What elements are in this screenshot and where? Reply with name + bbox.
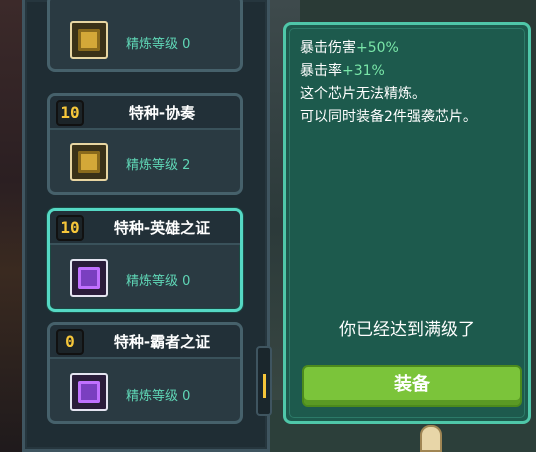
chip-card-header: 0 特种-霸者之证 (50, 325, 240, 359)
level-badge: 0 (56, 329, 84, 355)
max-level-message: 你已经达到满级了 (339, 320, 475, 340)
no-refine-note: 这个芯片无法精炼。 (300, 86, 426, 102)
crit-damage-label: 暴击伤害 (300, 40, 356, 56)
chip-card[interactable]: 10 特种-协奏 精炼等级 2 (47, 93, 243, 195)
crit-damage-value: +50% (356, 40, 399, 56)
chip-name: 特种-协奏 (128, 104, 196, 122)
chip-card-header: 10 特种-协奏 (50, 96, 240, 130)
chip-detail-panel: 暴击伤害+50% 暴击率+31% 这个芯片无法精炼。 可以同时装备2件强袭芯片。… (283, 22, 531, 424)
scrollbar-thumb[interactable] (263, 374, 266, 398)
equip-button[interactable]: 装备 (302, 365, 522, 407)
refine-level: 精炼等级 0 (126, 37, 191, 52)
level-badge: 10 (56, 100, 84, 126)
crit-rate-stat: 暴击率+31% (300, 60, 522, 83)
level-badge: 10 (56, 215, 84, 241)
refine-level: 精炼等级 2 (126, 158, 191, 173)
gold-chip-icon (70, 143, 108, 181)
crit-rate-label: 暴击率 (300, 63, 342, 79)
refine-level: 精炼等级 0 (126, 389, 191, 404)
equip-limit-note: 可以同时装备2件强袭芯片。 (300, 109, 477, 125)
background-scene-left (0, 0, 24, 452)
purple-chip-icon (70, 259, 108, 297)
chip-card[interactable]: 精炼等级 0 (47, 0, 243, 72)
chip-name: 特种-英雄之证 (113, 219, 211, 237)
refine-level: 精炼等级 0 (126, 274, 191, 289)
chip-list-panel[interactable]: 精炼等级 0 10 特种-协奏 精炼等级 2 10 特种-英雄之证 精炼等级 0… (22, 0, 270, 452)
chip-name: 特种-霸者之证 (113, 333, 211, 351)
crit-damage-stat: 暴击伤害+50% (300, 37, 522, 60)
chip-description: 暴击伤害+50% 暴击率+31% 这个芯片无法精炼。 可以同时装备2件强袭芯片。 (300, 37, 522, 129)
crit-rate-value: +31% (342, 63, 385, 79)
chip-card-selected[interactable]: 10 特种-英雄之证 精炼等级 0 (47, 208, 243, 312)
chip-list-scrollbar[interactable] (256, 346, 272, 416)
purple-chip-icon (70, 373, 108, 411)
chip-card[interactable]: 0 特种-霸者之证 精炼等级 0 (47, 322, 243, 424)
gold-chip-icon (70, 21, 108, 59)
background-egg-icon (420, 425, 442, 452)
chip-card-header: 10 特种-英雄之证 (50, 211, 240, 245)
